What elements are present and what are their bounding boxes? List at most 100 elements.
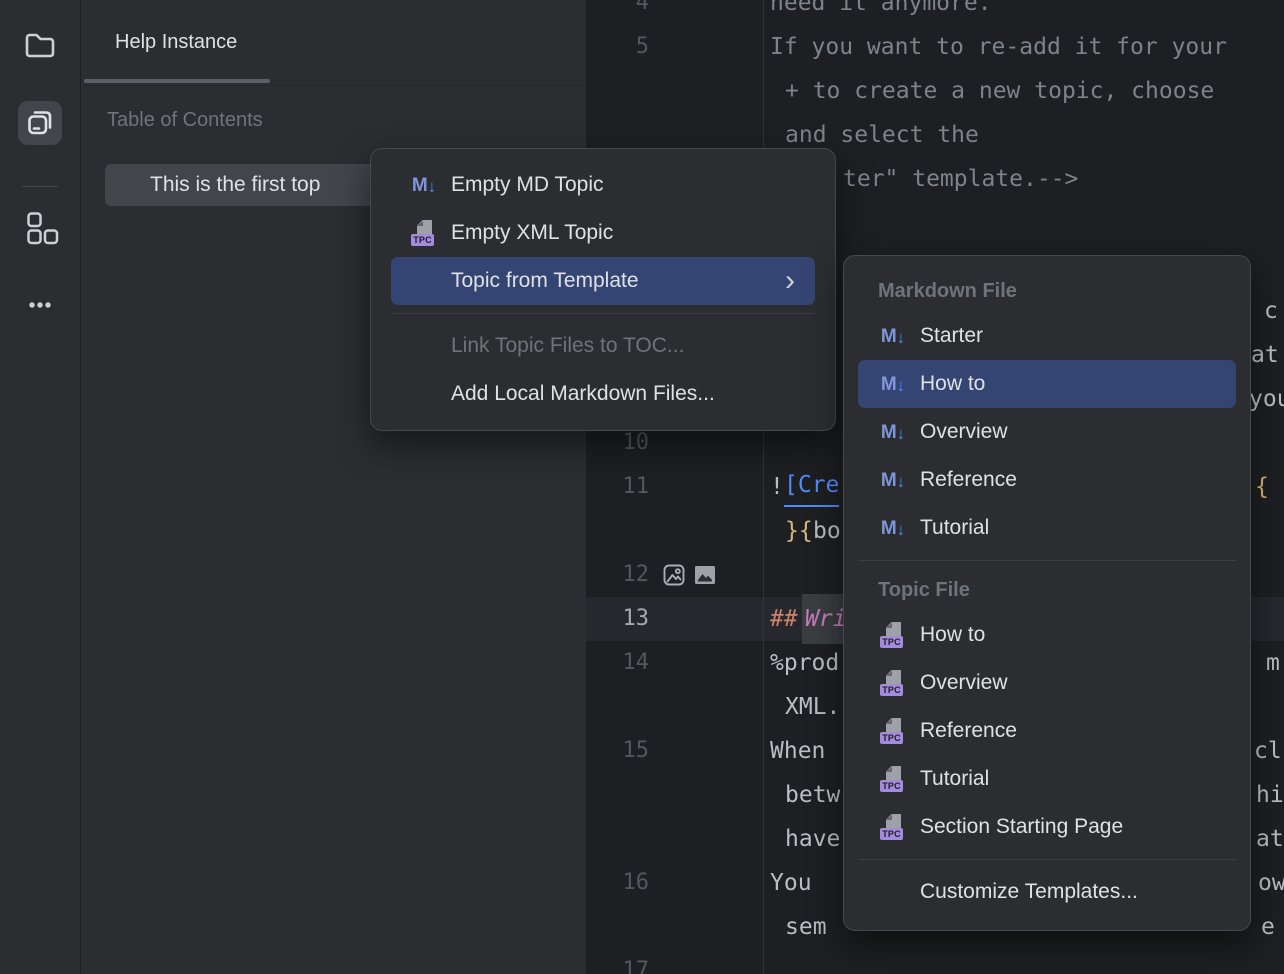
menu-item-label: Topic from Template xyxy=(451,269,639,293)
code-segment: betw xyxy=(785,773,840,817)
code-segment: c xyxy=(1264,289,1278,333)
markdown-icon-slot: M↓ xyxy=(409,172,439,198)
topic-file-icon: TPC xyxy=(880,766,906,792)
code-segment: need it anymore. xyxy=(770,0,992,25)
menu-item-label: Customize Templates... xyxy=(920,880,1138,904)
line-number: 15 xyxy=(586,729,649,773)
markdown-file-icon: M↓ xyxy=(881,471,905,490)
gutter-separator xyxy=(763,0,764,974)
menu-item-overview[interactable]: TPCOverview xyxy=(858,659,1236,707)
code-segment: + to create a new topic, choose xyxy=(785,69,1214,113)
line-number: 14 xyxy=(586,641,649,685)
line-number: 4 xyxy=(586,0,649,25)
topic-icon-slot: TPC xyxy=(878,622,908,648)
menu-item-topic-from-template[interactable]: Topic from Template› xyxy=(391,257,815,305)
code-segment: { xyxy=(1255,465,1269,509)
menu-item-customize-templates[interactable]: Customize Templates... xyxy=(858,868,1236,916)
menu-item-how-to[interactable]: M↓ How to xyxy=(858,360,1236,408)
menu-item-label: How to xyxy=(920,623,985,647)
topic-file-icon: TPC xyxy=(880,622,906,648)
code-segment: bo xyxy=(813,509,841,553)
markdown-file-icon: M↓ xyxy=(881,375,905,394)
topic-file-icon: TPC xyxy=(880,718,906,744)
code-segment: sem xyxy=(785,905,827,949)
code-segment: m xyxy=(1266,641,1280,685)
code-segment: ## xyxy=(770,597,798,641)
topic-icon-slot: TPC xyxy=(878,814,908,840)
topic-file-icon: TPC xyxy=(880,814,906,840)
code-segment: have xyxy=(785,817,840,861)
markdown-icon-slot: M↓ xyxy=(878,323,908,349)
menu-separator xyxy=(858,560,1236,561)
menu-item-reference[interactable]: TPCReference xyxy=(858,707,1236,755)
menu-separator xyxy=(391,313,815,314)
writerside-tool-button[interactable] xyxy=(18,101,62,145)
icon-spacer xyxy=(409,333,439,359)
line-number: 13 xyxy=(586,597,649,641)
more-tool-windows-button[interactable] xyxy=(18,283,62,327)
menu-item-empty-xml-topic[interactable]: TPC Empty XML Topic xyxy=(391,209,815,257)
code-segment: ter" template.--> xyxy=(843,157,1078,201)
tool-window-rail xyxy=(0,0,81,974)
code-segment: You xyxy=(770,861,812,905)
menu-item-label: Starter xyxy=(920,324,983,348)
markdown-icon-slot: M↓ xyxy=(878,419,908,445)
menu-section-header-topic-file: Topic File xyxy=(844,569,1250,611)
tool-window-tab[interactable]: Help Instance xyxy=(115,0,237,85)
copies-icon xyxy=(20,103,60,143)
topic-icon-slot: TPC xyxy=(878,766,908,792)
markdown-file-icon: M↓ xyxy=(881,423,905,442)
code-segment: [Cre xyxy=(784,465,839,507)
menu-item-label: How to xyxy=(920,372,985,396)
menu-item-label: Reference xyxy=(920,468,1017,492)
menu-item-label: Overview xyxy=(920,420,1008,444)
project-button[interactable] xyxy=(18,23,62,67)
help-instance-tool-window: Help Instance Table of Contents xyxy=(81,0,586,974)
code-segment: When xyxy=(770,729,825,773)
code-segment: hi xyxy=(1256,773,1284,817)
markdown-file-icon: M↓ xyxy=(412,176,436,195)
menu-item-link-topic-files-to-toc[interactable]: Link Topic Files to TOC... xyxy=(391,322,815,370)
menu-item-label: Empty MD Topic xyxy=(451,173,604,197)
menu-item-reference[interactable]: M↓ Reference xyxy=(858,456,1236,504)
editor-line-5[interactable]: 5If you want to re-add it for your xyxy=(586,25,1284,69)
menu-item-label: Section Starting Page xyxy=(920,815,1123,839)
menu-item-how-to[interactable]: TPC How to xyxy=(858,611,1236,659)
code-segment: you xyxy=(1249,377,1284,421)
menu-item-tutorial[interactable]: M↓Tutorial xyxy=(858,504,1236,552)
topic-icon-slot: TPC xyxy=(409,220,439,246)
line-number: 17 xyxy=(586,949,649,974)
code-segment: ow xyxy=(1258,861,1284,905)
menu-section-header-markdown-file: Markdown File xyxy=(844,270,1250,312)
more-icon xyxy=(20,285,60,325)
structure-button[interactable] xyxy=(18,206,62,250)
line-number: 12 xyxy=(586,553,649,597)
menu-item-label: Overview xyxy=(920,671,1008,695)
icon-spacer xyxy=(409,268,439,294)
tool-window-header: Help Instance xyxy=(81,0,586,86)
folder-icon xyxy=(20,25,60,65)
menu-item-overview[interactable]: M↓ Overview xyxy=(858,408,1236,456)
line-number: 16 xyxy=(586,861,649,905)
menu-item-label: Add Local Markdown Files... xyxy=(451,382,715,406)
editor-line-4[interactable]: 4 need it anymore. xyxy=(586,0,1284,25)
menu-item-tutorial[interactable]: TPCTutorial xyxy=(858,755,1236,803)
menu-item-add-local-markdown-files[interactable]: Add Local Markdown Files... xyxy=(391,370,815,418)
toc-tree-item-selected[interactable]: This is the first top xyxy=(105,164,378,206)
code-segment: }{ xyxy=(785,509,813,553)
line-number: 11 xyxy=(586,465,649,509)
code-segment: e xyxy=(1261,905,1275,949)
topic-icon-slot: TPC xyxy=(878,718,908,744)
toc-panel-header: Table of Contents xyxy=(81,86,586,154)
editor-line-17[interactable]: 17 xyxy=(586,949,1284,974)
menu-item-section-starting-page[interactable]: TPC Section Starting Page xyxy=(858,803,1236,851)
ide-window: Help Instance Table of Contents xyxy=(0,0,1284,974)
menu-item-empty-md-topic[interactable]: M↓ Empty MD Topic xyxy=(391,161,815,209)
code-segment: Wri xyxy=(805,597,847,641)
menu-item-starter[interactable]: M↓ Starter xyxy=(858,312,1236,360)
editor-wrap-line[interactable]: + to create a new topic, choose xyxy=(586,69,1284,113)
code-segment: at xyxy=(1251,333,1279,377)
menu-item-label: Empty XML Topic xyxy=(451,221,613,245)
markdown-icon-slot: M↓ xyxy=(878,371,908,397)
markdown-file-icon: M↓ xyxy=(881,519,905,538)
